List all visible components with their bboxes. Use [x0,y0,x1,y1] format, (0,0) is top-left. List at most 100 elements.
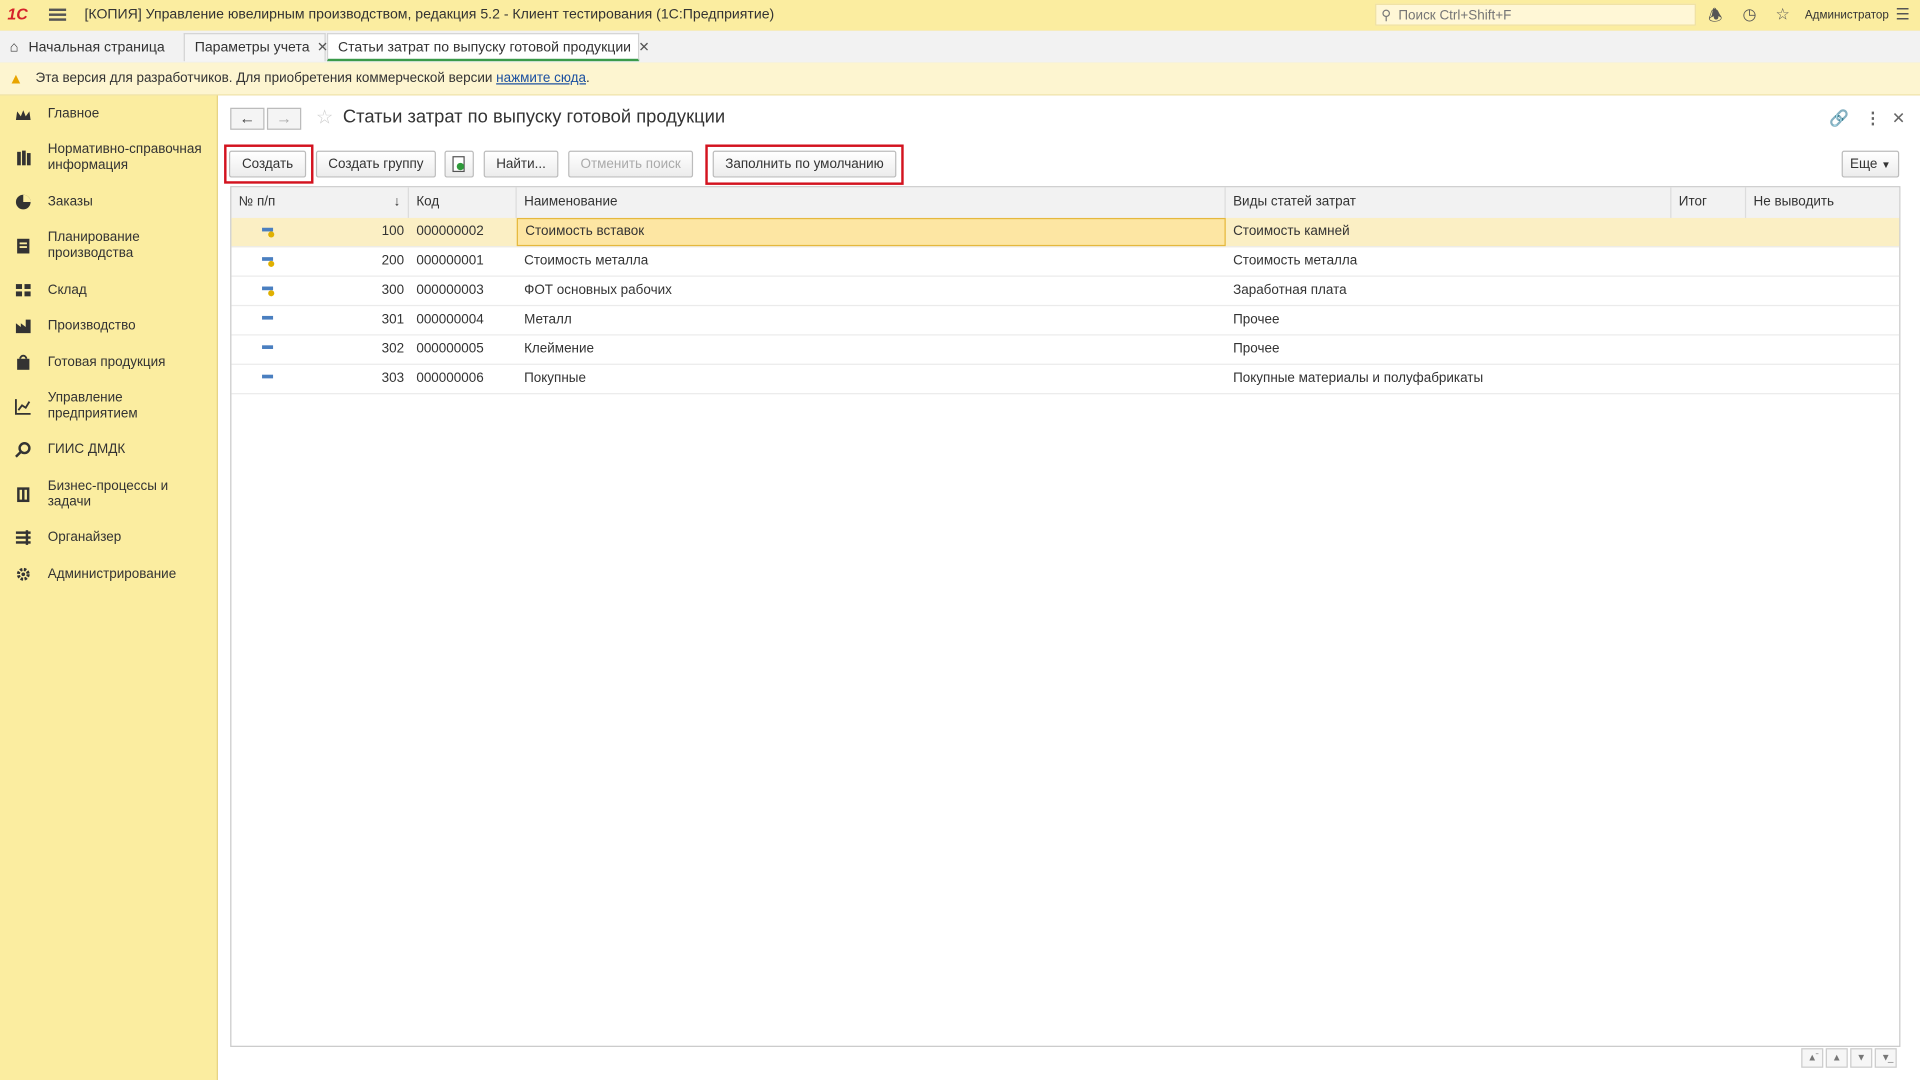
cell-hide [1746,218,1899,246]
cell-hide [1746,336,1899,364]
sidebar-item-label: Администрирование [47,566,177,582]
sidebar-item-admin[interactable]: Администрирование [0,566,217,586]
close-form-icon[interactable]: ✕ [1892,109,1905,129]
cell-num: 301 [381,312,405,327]
tab-bar: ⌂ Начальная страница Параметры учета ✕ Ста… [0,30,1920,64]
admin-gear-icon [15,566,32,583]
sidebar-item-bp[interactable]: Бизнес-процессы и задачи [0,478,217,512]
tab-label: Параметры учета [194,40,310,56]
cell-code: 000000005 [416,341,484,357]
column-header-name[interactable]: Наименование [517,187,1226,218]
cell-total [1671,336,1746,364]
create-group-button[interactable]: Создать группу [315,150,436,178]
more-button[interactable]: Еще ▼ [1841,150,1900,178]
sidebar-item-production[interactable]: Производство [0,317,217,337]
sidebar-item-label: Бизнес-процессы и задачи [47,478,169,510]
dropdown-arrow-icon: ▼ [1881,159,1891,171]
export-button[interactable] [444,150,474,178]
sidebar-item-label: Планирование производства [47,230,140,261]
arrow-right-icon: → [276,108,293,128]
table-row[interactable]: 200 000000001 Стоимость металла Стоимост… [231,247,1900,277]
bell-icon[interactable]: 🕭 [1708,5,1722,32]
cancel-search-button[interactable]: Отменить поиск [568,150,694,178]
sidebar-item-finished-goods[interactable]: Готовая продукция [0,354,217,374]
column-header-code[interactable]: Код [409,187,517,218]
banner-text: Эта версия для разработчиков. Для приобр… [36,71,590,86]
sidebar-item-main[interactable]: Главное [0,105,217,125]
cell-name: Покупные [524,371,586,386]
create-button[interactable]: Создать [228,150,307,178]
back-button[interactable]: ← [230,107,265,130]
sidebar-item-orders[interactable]: Заказы [0,193,217,213]
cell-total [1671,306,1746,334]
cell-num: 100 [381,224,405,239]
column-header-total[interactable]: Итог [1671,187,1747,218]
home-icon: ⌂ [9,37,19,56]
fill-default-button[interactable]: Заполнить по умолчанию [712,150,897,178]
table-row[interactable]: 301 000000004 Металл Прочее [231,306,1900,336]
search-input[interactable] [1395,4,1695,27]
table-row[interactable]: 300 000000003 ФОТ основных рабочих Зараб… [231,277,1900,307]
sidebar-item-planning[interactable]: Планирование производства [0,229,217,263]
sidebar-item-organizer[interactable]: Органайзер [0,529,217,549]
pie-chart-icon [15,193,32,210]
cell-name[interactable]: Стоимость вставок [516,217,1226,247]
tab-home[interactable]: ⌂ Начальная страница [0,33,183,62]
crown-icon [15,107,32,124]
table-row[interactable]: 302 000000005 Клеймение Прочее [231,336,1900,365]
cell-kind: Стоимость камней [1233,224,1350,239]
table-row[interactable]: 303 000000006 Покупные Покупные материал… [231,365,1900,395]
history-icon[interactable]: ◷ [1742,5,1756,25]
tab-cost-items[interactable]: Статьи затрат по выпуску готовой продукц… [326,33,650,62]
cell-kind: Покупные материалы и полуфабрикаты [1233,371,1484,386]
forward-button[interactable]: → [266,107,302,130]
cost-items-table[interactable]: № п/п ↓ Код Наименование Виды статей затр… [230,186,1901,1047]
export-file-icon [452,156,465,173]
sidebar-item-label: Органайзер [47,530,122,545]
sidebar-item-label: Заказы [47,194,93,210]
table-header: № п/п ↓ Код Наименование Виды статей затр… [231,187,1900,220]
sidebar-item-giis[interactable]: ГИИС ДМДК [0,441,217,461]
sidebar-item-nsi[interactable]: Нормативно-справочная информация [0,141,217,175]
favorites-star-icon[interactable]: ☆ [1776,5,1790,25]
cell-code: 000000001 [416,253,484,269]
scroll-first-icon[interactable]: ▲̄ [1801,1048,1824,1068]
sidebar-item-warehouse[interactable]: Склад [0,282,217,302]
find-button[interactable]: Найти... [483,150,559,178]
scroll-up-icon[interactable]: ▲ [1825,1048,1848,1068]
gear-link-icon [15,441,32,458]
tab-accounting-params[interactable]: Параметры учета ✕ [183,33,328,62]
cell-num: 303 [381,371,405,386]
column-header-num[interactable]: № п/п ↓ [231,187,409,218]
tab-label: Статьи затрат по выпуску готовой продукц… [337,40,632,56]
column-header-hide[interactable]: Не выводить [1746,187,1899,218]
developer-banner: ▲ Эта версия для разработчиков. Для прио… [0,62,1920,96]
table-row[interactable]: 100 000000002 Стоимость вставок Стоимост… [231,217,1900,248]
global-search[interactable]: ⚲ [1375,3,1696,27]
user-name[interactable]: Администратор [1805,9,1889,22]
settings-menu-icon[interactable]: ☰ [1896,5,1910,25]
main-menu-icon[interactable] [48,6,67,23]
sidebar-item-label: Главное [47,106,100,122]
cell-total [1671,247,1746,275]
sidebar-item-label: Производство [47,318,136,334]
warning-icon: ▲ [8,69,24,87]
1c-logo-icon[interactable]: 1С [7,5,27,23]
purchase-link[interactable]: нажмите сюда [496,71,586,86]
chart-icon [15,398,32,415]
warehouse-icon [15,282,32,299]
column-header-label: № п/п [238,194,276,210]
cell-name: ФОТ основных рабочих [524,282,672,298]
link-icon[interactable]: 🔗 [1829,109,1849,129]
sidebar-item-enterprise[interactable]: Управление предприятием [0,389,217,423]
cell-code: 000000003 [416,282,484,298]
favorite-star-icon[interactable]: ☆ [316,105,334,129]
factory-icon [15,317,32,334]
scroll-down-icon[interactable]: ▼ [1850,1048,1873,1068]
close-icon[interactable]: ✕ [638,40,649,55]
column-header-kind[interactable]: Виды статей затрат [1226,187,1672,218]
search-icon: ⚲ [1381,8,1392,24]
cell-code: 000000004 [416,312,484,327]
more-actions-icon[interactable]: ⋮ [1865,109,1881,129]
scroll-last-icon[interactable]: ▼̲ [1874,1048,1897,1068]
